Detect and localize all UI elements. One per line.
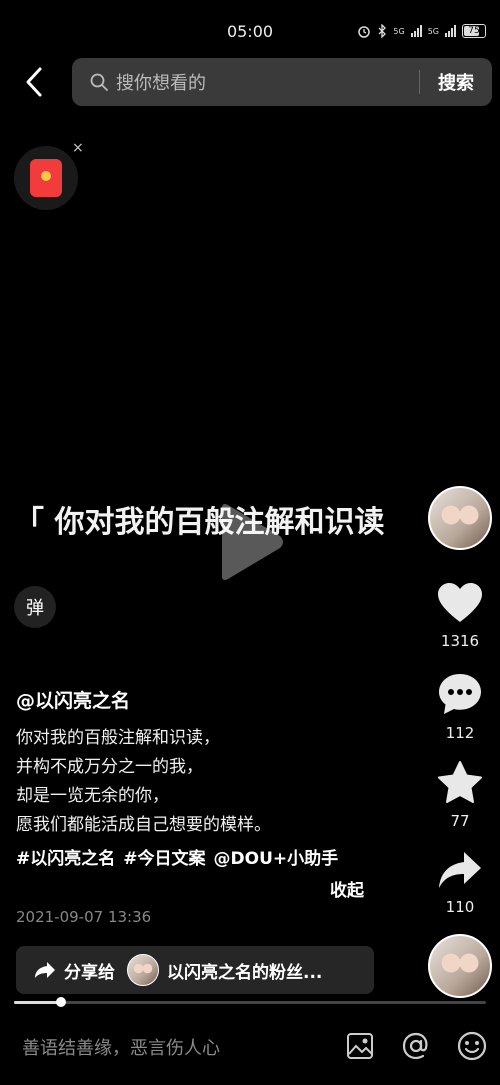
red-envelope-icon (30, 159, 62, 197)
share-arrow-icon (35, 962, 55, 978)
battery-level: 75 (468, 26, 480, 36)
fan-group-avatar (127, 954, 159, 986)
heart-icon (438, 583, 482, 622)
music-disc-avatar[interactable] (428, 934, 492, 998)
comment-count: 112 (445, 724, 475, 742)
comment-input[interactable]: 善语结善缘，恶言伤人心 (22, 1034, 220, 1060)
signal-icon-2 (445, 25, 456, 37)
emoji-button[interactable] (456, 1030, 488, 1062)
description-line: 愿我们都能活成自己想要的模样。 (16, 815, 271, 835)
back-button[interactable] (20, 64, 48, 100)
hashtag-link[interactable]: #以闪亮之名 (16, 844, 115, 869)
comment-button[interactable]: 112 (432, 672, 488, 742)
description-line: 却是一览无余的你， (16, 786, 169, 806)
image-icon (347, 1033, 373, 1059)
search-button[interactable]: 搜索 (420, 69, 492, 95)
network-label-2: 5G (427, 26, 439, 36)
network-label-1: 5G (393, 26, 405, 36)
progress-handle[interactable] (56, 997, 66, 1007)
battery-icon: 75 (462, 24, 486, 38)
status-icons: 5G 5G 75 (357, 24, 486, 38)
bluetooth-icon (378, 24, 387, 38)
post-description: 你对我的百般注解和识读， 并构不成万分之一的我， 却是一览无余的你， 愿我们都能… (16, 724, 271, 840)
collapse-button[interactable]: 收起 (330, 876, 364, 901)
share-count: 110 (445, 898, 475, 916)
description-line: 并构不成万分之一的我， (16, 757, 203, 777)
comment-icon (439, 674, 481, 714)
share-button[interactable]: 110 (432, 850, 488, 916)
smiley-icon (457, 1031, 487, 1061)
creator-avatar[interactable] (428, 486, 492, 550)
share-target-name: 以闪亮之名的粉丝... (167, 962, 323, 983)
favorite-count: 77 (450, 812, 470, 830)
search-icon (90, 73, 108, 91)
progress-fill (14, 1001, 61, 1004)
red-packet-button[interactable] (14, 146, 78, 210)
share-label: 分享给 (64, 962, 115, 983)
share-arrow-icon (439, 852, 481, 888)
star-icon (438, 761, 482, 803)
description-line: 你对我的百般注解和识读， (16, 728, 220, 748)
hashtag-row: #以闪亮之名 #今日文案 @DOU+小助手 (16, 844, 338, 869)
signal-icon-1 (410, 25, 422, 37)
search-input[interactable]: 搜你想看的 (116, 69, 419, 95)
at-sign-icon (402, 1032, 428, 1060)
hashtag-link[interactable]: #今日文案 (123, 844, 205, 869)
mention-link[interactable]: @DOU+小助手 (214, 844, 339, 869)
image-picker-button[interactable] (344, 1030, 376, 1062)
danmaku-toggle-button[interactable]: 弹 (14, 586, 56, 628)
search-bar[interactable]: 搜你想看的 搜索 (72, 58, 492, 106)
share-to-fans-button[interactable]: 分享给 以闪亮之名的粉丝... (16, 946, 374, 994)
post-date: 2021-09-07 13:36 (16, 908, 152, 926)
like-button[interactable]: 1316 (432, 582, 488, 650)
author-name[interactable]: @以闪亮之名 (16, 686, 130, 713)
alarm-icon (358, 26, 371, 38)
favorite-button[interactable]: 77 (432, 760, 488, 830)
like-count: 1316 (440, 632, 480, 650)
play-button[interactable] (214, 500, 286, 584)
play-icon (222, 504, 283, 580)
red-packet-close-button[interactable]: × (72, 140, 84, 156)
progress-track[interactable] (14, 1001, 486, 1004)
mention-button[interactable] (400, 1030, 432, 1062)
chevron-left-icon (26, 67, 42, 97)
